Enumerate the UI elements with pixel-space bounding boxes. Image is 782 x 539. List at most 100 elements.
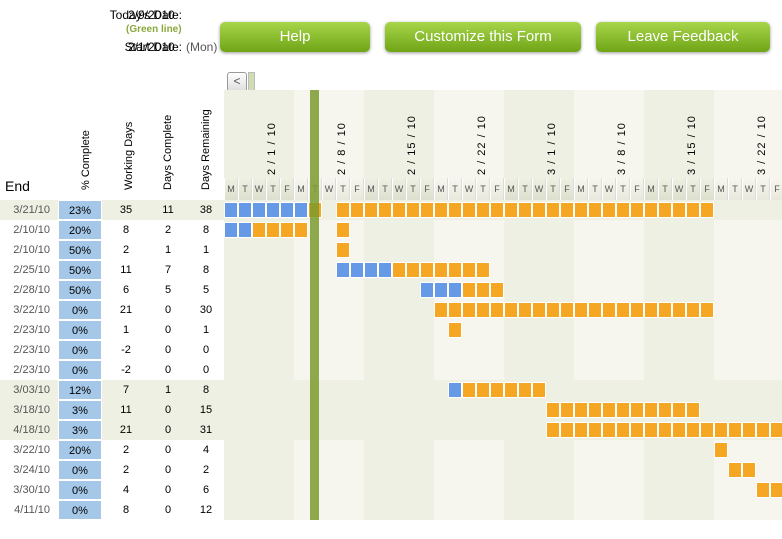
gantt-bar-orange bbox=[448, 322, 462, 338]
gantt-bar-orange bbox=[700, 302, 714, 318]
gantt-bar-orange bbox=[728, 462, 742, 478]
start-date-value: 2/1/2010 bbox=[128, 40, 175, 54]
gantt-bar-blue bbox=[448, 382, 462, 398]
gantt-bar-orange bbox=[658, 202, 672, 218]
scroll-thumb[interactable] bbox=[248, 72, 255, 92]
gantt-bar-orange bbox=[714, 422, 728, 438]
cell-end-date: 3/22/10 bbox=[0, 440, 56, 460]
scroll-left-button[interactable]: < bbox=[227, 72, 247, 92]
col-days-remaining: Days Remaining bbox=[200, 80, 212, 190]
day-header: F bbox=[560, 178, 574, 200]
cell-days-remaining: 12 bbox=[190, 500, 222, 520]
green-line-note: (Green line) bbox=[126, 24, 182, 35]
gantt-bar-orange bbox=[462, 262, 476, 278]
gantt-bar-orange bbox=[448, 262, 462, 278]
today-date-value: 2/9/2010 bbox=[128, 8, 175, 22]
cell-working-days: 8 bbox=[106, 500, 146, 520]
customize-form-button[interactable]: Customize this Form bbox=[385, 22, 581, 52]
gantt-bar-orange bbox=[252, 222, 266, 238]
gantt-bar-orange bbox=[616, 202, 630, 218]
gantt-bar-orange bbox=[336, 222, 350, 238]
cell-days-remaining: 15 bbox=[190, 400, 222, 420]
day-header: W bbox=[532, 178, 546, 200]
gantt-bar-orange bbox=[588, 402, 602, 418]
gantt-bar-orange bbox=[420, 262, 434, 278]
gantt-bar-orange bbox=[630, 202, 644, 218]
gantt-bar-orange bbox=[560, 202, 574, 218]
gantt-bar-orange bbox=[336, 202, 350, 218]
day-header: M bbox=[714, 178, 728, 200]
cell-days-remaining: 6 bbox=[190, 480, 222, 500]
gantt-bar-orange bbox=[532, 382, 546, 398]
gantt-bar-orange bbox=[280, 222, 294, 238]
gantt-bar-orange bbox=[504, 382, 518, 398]
gantt-bar-orange bbox=[406, 202, 420, 218]
gantt-bar-blue bbox=[224, 202, 238, 218]
gantt-bar-orange bbox=[518, 382, 532, 398]
gantt-bar-orange bbox=[476, 282, 490, 298]
gantt-bar-orange bbox=[462, 382, 476, 398]
cell-end-date: 3/24/10 bbox=[0, 460, 56, 480]
gantt-bar-orange bbox=[602, 202, 616, 218]
gantt-bar-orange bbox=[476, 202, 490, 218]
cell-days-complete: 0 bbox=[148, 320, 188, 340]
cell-working-days: 2 bbox=[106, 240, 146, 260]
gantt-bar-orange bbox=[504, 202, 518, 218]
gantt-bar-orange bbox=[700, 202, 714, 218]
cell-pct-complete: 3% bbox=[58, 420, 102, 440]
gantt-bar-orange bbox=[462, 202, 476, 218]
table-row: 2/23/100%101 bbox=[0, 320, 782, 340]
day-header: W bbox=[462, 178, 476, 200]
cell-pct-complete: 0% bbox=[58, 300, 102, 320]
cell-end-date: 2/25/10 bbox=[0, 260, 56, 280]
gantt-bar-orange bbox=[630, 422, 644, 438]
day-header: M bbox=[644, 178, 658, 200]
cell-end-date: 3/18/10 bbox=[0, 400, 56, 420]
cell-end-date: 3/03/10 bbox=[0, 380, 56, 400]
table-row: 3/18/103%11015 bbox=[0, 400, 782, 420]
day-header: T bbox=[756, 178, 770, 200]
gantt-bar-blue bbox=[238, 202, 252, 218]
cell-days-complete: 5 bbox=[148, 280, 188, 300]
gantt-bar-orange bbox=[392, 262, 406, 278]
day-header: M bbox=[434, 178, 448, 200]
cell-days-complete: 0 bbox=[148, 360, 188, 380]
gantt-bar-orange bbox=[560, 402, 574, 418]
cell-working-days: -2 bbox=[106, 340, 146, 360]
cell-end-date: 3/22/10 bbox=[0, 300, 56, 320]
help-button[interactable]: Help bbox=[220, 22, 370, 52]
day-header: W bbox=[742, 178, 756, 200]
week-date-header: 2 / 8 / 10 bbox=[336, 90, 348, 175]
cell-days-complete: 1 bbox=[148, 240, 188, 260]
leave-feedback-button[interactable]: Leave Feedback bbox=[596, 22, 770, 52]
day-header: F bbox=[350, 178, 364, 200]
cell-pct-complete: 20% bbox=[58, 220, 102, 240]
gantt-bar-orange bbox=[644, 202, 658, 218]
cell-pct-complete: 50% bbox=[58, 240, 102, 260]
gantt-bar-orange bbox=[448, 202, 462, 218]
gantt-bar-blue bbox=[294, 202, 308, 218]
gantt-bar-orange bbox=[434, 302, 448, 318]
gantt-bar-orange bbox=[574, 202, 588, 218]
cell-pct-complete: 50% bbox=[58, 260, 102, 280]
gantt-bar-orange bbox=[574, 402, 588, 418]
gantt-bar-orange bbox=[742, 462, 756, 478]
cell-days-remaining: 1 bbox=[190, 240, 222, 260]
gantt-bar-orange bbox=[434, 202, 448, 218]
cell-days-complete: 0 bbox=[148, 480, 188, 500]
cell-end-date: 3/21/10 bbox=[0, 200, 56, 220]
day-header: M bbox=[574, 178, 588, 200]
day-header: W bbox=[322, 178, 336, 200]
cell-pct-complete: 0% bbox=[58, 320, 102, 340]
gantt-bar-orange bbox=[378, 202, 392, 218]
table-row: 3/03/1012%718 bbox=[0, 380, 782, 400]
cell-working-days: 11 bbox=[106, 260, 146, 280]
week-date-header: 2 / 15 / 10 bbox=[406, 90, 418, 175]
gantt-bar-orange bbox=[518, 202, 532, 218]
gantt-bar-blue bbox=[434, 282, 448, 298]
table-row: 4/11/100%8012 bbox=[0, 500, 782, 520]
week-date-header: 2 / 1 / 10 bbox=[266, 90, 278, 175]
day-header: W bbox=[672, 178, 686, 200]
gantt-bar-orange bbox=[644, 422, 658, 438]
gantt-bar-orange bbox=[588, 302, 602, 318]
